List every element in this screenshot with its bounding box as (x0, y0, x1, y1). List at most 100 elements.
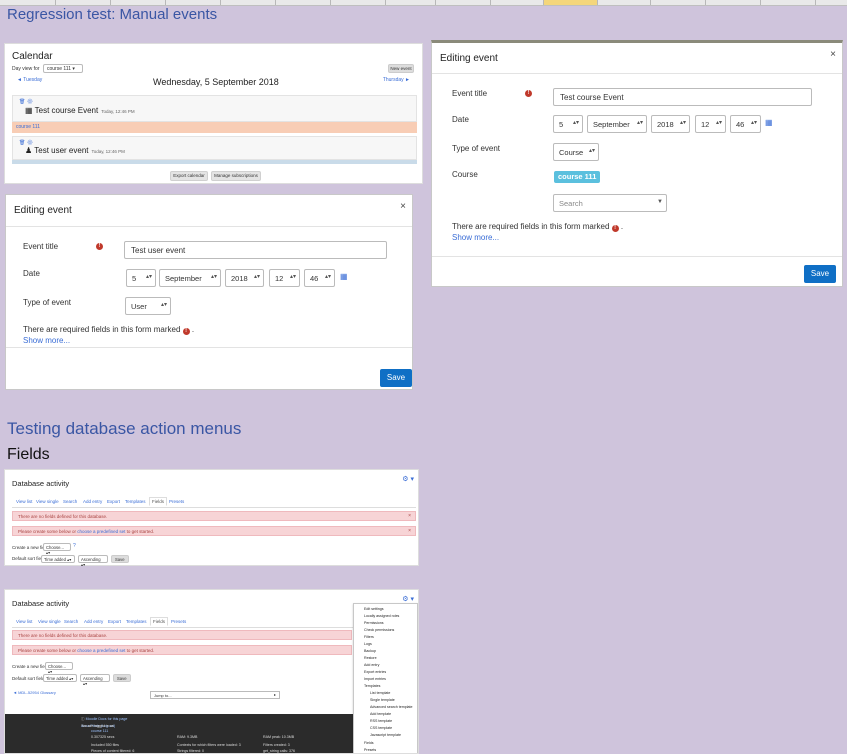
required-note: There are required fields in this form m… (23, 325, 195, 335)
save-button[interactable]: Save (111, 555, 129, 563)
menu-item[interactable]: Filters (364, 635, 374, 639)
close-icon[interactable]: × (408, 513, 411, 519)
tab-search[interactable]: Search (64, 619, 78, 624)
event-title-input[interactable]: Test user event (124, 241, 387, 259)
tab-add-entry[interactable]: Add entry (84, 619, 103, 624)
calendar-panel: Calendar Day view for course 111 ▾ New e… (4, 43, 423, 184)
course-badge[interactable]: course 111 (554, 171, 601, 183)
tab-search[interactable]: Search (63, 499, 77, 504)
tab-fields[interactable]: Fields (149, 497, 168, 506)
show-more-link[interactable]: Show more... (23, 336, 70, 345)
type-select[interactable]: Course ▴▾ (553, 143, 599, 161)
minute-select[interactable]: 46 ▴▾ (730, 115, 761, 133)
tab-export[interactable]: Export (107, 499, 120, 504)
menu-item[interactable]: Edit settings (364, 607, 384, 611)
pieces-stat: Pieces of content filtered: 6 (91, 749, 135, 753)
course-link[interactable]: course 111 (91, 729, 108, 733)
previous-activity-link[interactable]: ◄ MDL-52954 Glossary (13, 690, 56, 695)
hour-select[interactable]: 12 ▴▾ (269, 269, 300, 287)
course-band-link[interactable]: course 111 (12, 122, 417, 133)
tab-view-single[interactable]: View single (36, 499, 59, 504)
day-select[interactable]: 5 ▴▾ (126, 269, 156, 287)
page-heading-fields: Fields (7, 446, 50, 463)
event-title-label: Event title (452, 89, 488, 98)
create-field-select[interactable]: Choose... ▴▾ (43, 543, 71, 555)
tab-templates[interactable]: Templates (125, 499, 146, 504)
menu-item[interactable]: Add template (370, 712, 391, 716)
calendar-icon[interactable]: ▦ (340, 272, 348, 281)
tab-view-list[interactable]: View list (16, 619, 32, 624)
create-field-select[interactable]: Choose... ▴▾ (45, 662, 73, 674)
day-view-label: Day view for (12, 66, 40, 72)
year-select[interactable]: 2018 ▴▾ (225, 269, 264, 287)
month-select[interactable]: September ▴▾ (159, 269, 221, 287)
close-icon[interactable]: × (830, 49, 836, 60)
tab-view-single[interactable]: View single (38, 619, 61, 624)
highlighted-column (543, 0, 597, 5)
day-select[interactable]: 5 ▴▾ (553, 115, 583, 133)
edit-delete-icons[interactable]: 🗑 ⚙ (19, 99, 33, 105)
tab-export[interactable]: Export (108, 619, 121, 624)
prev-day-link[interactable]: ◄ Tuesday (17, 77, 42, 83)
menu-item[interactable]: CSS template (370, 726, 392, 730)
tab-presets[interactable]: Presets (169, 499, 184, 504)
tab-templates[interactable]: Templates (126, 619, 147, 624)
menu-item[interactable]: Logs (364, 642, 372, 646)
sort-field-select[interactable]: Time added ▴▾ (41, 555, 75, 563)
alert-no-fields: There are no fields defined for this dat… (12, 630, 352, 640)
event-title-input[interactable]: Test course Event (553, 88, 812, 106)
next-day-link[interactable]: Thursday ► (383, 77, 410, 83)
sort-order-select[interactable]: Ascending ▴▾ (80, 674, 110, 686)
docs-link[interactable]: ⓘ Moodle Docs for this page (81, 717, 127, 722)
menu-item[interactable]: Check permissions (364, 628, 394, 632)
event-name[interactable]: ▦ Test course Event Today, 12:46 PM (25, 106, 135, 115)
year-select[interactable]: 2018 ▴▾ (651, 115, 690, 133)
sort-order-select[interactable]: Ascending ▴▾ (78, 555, 108, 567)
help-icon[interactable]: ? (73, 543, 76, 549)
gear-icon[interactable]: ⚙ ▾ (402, 595, 414, 603)
save-button[interactable]: Save (804, 265, 836, 283)
type-select[interactable]: User ▴▾ (125, 297, 171, 315)
menu-item[interactable]: Single template (370, 698, 395, 702)
included-stat: Included 550 files (91, 743, 119, 747)
tab-add-entry[interactable]: Add entry (83, 499, 102, 504)
menu-item[interactable]: Presets (364, 748, 376, 752)
save-button[interactable]: Save (113, 674, 131, 682)
event-name[interactable]: ♟ Test user event Today, 12:46 PM (25, 146, 125, 155)
manage-subscriptions-button[interactable]: Manage subscriptions (211, 171, 261, 181)
menu-item[interactable]: Advanced search template (370, 705, 413, 709)
hour-select[interactable]: 12 ▴▾ (695, 115, 726, 133)
menu-item[interactable]: RSS template (370, 719, 392, 723)
course-search-input[interactable]: Search ▼ (553, 194, 667, 212)
tab-presets[interactable]: Presets (171, 619, 186, 624)
export-calendar-button[interactable]: Export calendar (170, 171, 208, 181)
menu-item[interactable]: Import entries (364, 677, 386, 681)
tab-fields[interactable]: Fields (150, 617, 169, 626)
show-more-link[interactable]: Show more... (452, 233, 499, 242)
calendar-icon[interactable]: ▦ (765, 118, 773, 127)
menu-item[interactable]: Javascript template (370, 733, 401, 737)
menu-item[interactable]: Permissions (364, 621, 384, 625)
ram-peak-stat: RAM peak: 10.3MB (263, 735, 295, 739)
jump-to-select[interactable]: Jump to... ▸ (150, 691, 280, 699)
gear-icon[interactable]: ⚙ ▾ (402, 475, 414, 483)
sort-field-select[interactable]: Time added ▴▾ (43, 674, 77, 682)
menu-item[interactable]: Add entry (364, 663, 379, 667)
menu-item[interactable]: Backup (364, 649, 376, 653)
minute-select[interactable]: 46 ▴▾ (304, 269, 335, 287)
tab-view-list[interactable]: View list (16, 499, 32, 504)
close-icon[interactable]: × (400, 201, 406, 212)
menu-item[interactable]: Restore (364, 656, 377, 660)
new-event-button[interactable]: New event (388, 64, 414, 73)
menu-item[interactable]: List template (370, 691, 390, 695)
menu-item[interactable]: Fields (364, 741, 374, 745)
course-select[interactable]: course 111 ▾ (43, 64, 83, 73)
save-button[interactable]: Save (380, 369, 412, 387)
predefined-set-link[interactable]: choose a predefined set (77, 648, 125, 653)
close-icon[interactable]: × (408, 528, 411, 534)
predefined-set-link[interactable]: choose a predefined set (77, 529, 125, 534)
menu-item[interactable]: Templates (364, 684, 380, 688)
menu-item[interactable]: Export entries (364, 670, 386, 674)
menu-item[interactable]: Locally assigned roles (364, 614, 399, 618)
month-select[interactable]: September ▴▾ (587, 115, 647, 133)
